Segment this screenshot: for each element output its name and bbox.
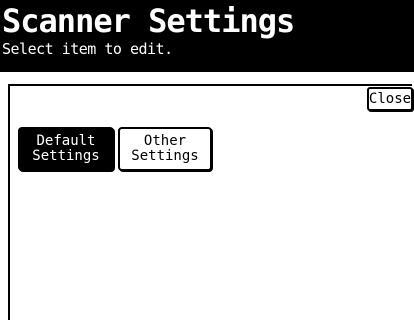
other-settings-button[interactable]: Other Settings [118, 127, 212, 171]
page-subtitle: Select item to edit. [2, 40, 173, 58]
default-settings-button[interactable]: Default Settings [18, 127, 114, 171]
close-button[interactable]: Close [367, 87, 413, 111]
settings-panel [8, 84, 412, 320]
header-bar: Scanner Settings Select item to edit. [0, 0, 414, 72]
page-title: Scanner Settings [2, 2, 295, 40]
